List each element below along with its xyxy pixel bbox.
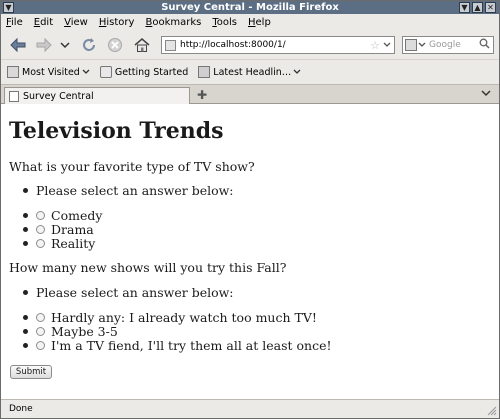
menu-tools[interactable]: Tools — [211, 17, 238, 28]
option-comedy[interactable]: Comedy — [23, 208, 102, 223]
list-item: Please select an answer below: — [23, 183, 234, 198]
radio-comedy[interactable] — [36, 211, 45, 220]
question-2-prompt: Please select an answer below: — [36, 285, 234, 300]
option-tv-fiend[interactable]: I'm a TV fiend, I'll try them all at lea… — [23, 338, 332, 353]
option-maybe-3-5[interactable]: Maybe 3-5 — [23, 324, 118, 339]
page-title: Television Trends — [9, 118, 224, 144]
radio-maybe-3-5[interactable] — [36, 327, 45, 336]
home-icon[interactable] — [131, 35, 153, 55]
page-icon — [99, 66, 112, 78]
submit-button[interactable]: Submit — [10, 365, 52, 379]
chevron-down-icon — [293, 69, 301, 74]
menu-history[interactable]: History — [98, 17, 136, 28]
site-identity-icon[interactable] — [165, 39, 176, 51]
option-reality[interactable]: Reality — [23, 236, 95, 251]
menu-bar: File Edit View History Bookmarks Tools H… — [1, 14, 499, 31]
search-icon[interactable] — [479, 38, 490, 52]
search-placeholder: Google — [429, 40, 461, 50]
browser-window: ▼ Survey Central - Mozilla Firefox ▼ ▲ ✕… — [0, 0, 500, 419]
search-engine-icon[interactable] — [405, 39, 417, 51]
bullet-icon — [23, 241, 28, 246]
tab-label: Survey Central — [23, 91, 94, 102]
back-icon[interactable] — [7, 35, 29, 55]
reload-icon[interactable] — [79, 35, 99, 55]
rss-icon — [198, 66, 211, 78]
new-tab-icon[interactable]: ✚ — [197, 88, 207, 102]
title-bar: ▼ Survey Central - Mozilla Firefox ▼ ▲ ✕ — [1, 1, 499, 14]
page-icon — [9, 91, 19, 102]
folder-icon — [7, 66, 19, 78]
search-input[interactable]: Google — [402, 36, 494, 54]
question-2-text: How many new shows will you try this Fal… — [9, 260, 287, 275]
question-1-text: What is your favorite type of TV show? — [9, 159, 255, 174]
status-text: Done — [9, 404, 33, 414]
tab-list-icon[interactable] — [481, 89, 491, 100]
maximize-icon[interactable]: ▲ — [472, 2, 483, 13]
option-label: Maybe 3-5 — [51, 324, 118, 339]
list-item: Please select an answer below: — [23, 285, 234, 300]
page-content: Television Trends What is your favorite … — [1, 104, 499, 399]
bookmark-most-visited[interactable]: Most Visited — [7, 66, 90, 78]
search-engine-dropdown-icon[interactable] — [418, 42, 426, 48]
history-dropdown-icon[interactable] — [59, 35, 71, 55]
option-drama[interactable]: Drama — [23, 222, 94, 237]
menu-view[interactable]: View — [63, 17, 89, 28]
menu-file[interactable]: File — [5, 17, 24, 28]
close-icon[interactable]: ✕ — [485, 2, 496, 13]
option-label: Drama — [51, 222, 94, 237]
bullet-icon — [23, 227, 28, 232]
bullet-icon — [23, 329, 28, 334]
bookmark-latest-headlines[interactable]: Latest Headlin… — [198, 66, 301, 78]
radio-tv-fiend[interactable] — [36, 341, 45, 350]
url-text[interactable]: http://localhost:8000/1/ — [180, 40, 370, 50]
radio-hardly-any[interactable] — [36, 313, 45, 322]
chevron-down-icon — [82, 69, 90, 74]
bookmarks-toolbar: Most Visited Getting Started Latest Head… — [1, 59, 499, 84]
resize-grip-icon[interactable] — [487, 406, 497, 416]
window-title: Survey Central - Mozilla Firefox — [161, 2, 339, 13]
option-label: Hardly any: I already watch too much TV! — [51, 310, 317, 325]
radio-drama[interactable] — [36, 225, 45, 234]
url-dropdown-icon[interactable] — [383, 40, 391, 51]
option-hardly-any[interactable]: Hardly any: I already watch too much TV! — [23, 310, 317, 325]
bookmark-star-icon[interactable]: ☆ — [370, 39, 380, 52]
menu-help[interactable]: Help — [247, 17, 272, 28]
tab-strip: Survey Central ✚ — [1, 84, 499, 105]
stop-icon[interactable] — [105, 35, 125, 55]
menu-edit[interactable]: Edit — [33, 17, 54, 28]
url-bar[interactable]: http://localhost:8000/1/ ☆ — [161, 36, 395, 54]
question-1-prompt: Please select an answer below: — [36, 183, 234, 198]
minimize-icon[interactable]: ▼ — [459, 2, 470, 13]
option-label: Reality — [51, 236, 96, 251]
forward-icon[interactable] — [33, 35, 55, 55]
option-label: Comedy — [51, 208, 103, 223]
bullet-icon — [23, 343, 28, 348]
status-bar: Done — [1, 399, 499, 418]
radio-reality[interactable] — [36, 239, 45, 248]
navigation-toolbar: http://localhost:8000/1/ ☆ Google — [1, 31, 499, 59]
bullet-icon — [23, 188, 28, 193]
bullet-icon — [23, 290, 28, 295]
tab-survey-central[interactable]: Survey Central — [4, 87, 190, 105]
option-label: I'm a TV fiend, I'll try them all at lea… — [51, 338, 332, 353]
bookmark-getting-started[interactable]: Getting Started — [99, 66, 188, 78]
menu-bookmarks[interactable]: Bookmarks — [144, 17, 202, 28]
bullet-icon — [23, 213, 28, 218]
bullet-icon — [23, 315, 28, 320]
